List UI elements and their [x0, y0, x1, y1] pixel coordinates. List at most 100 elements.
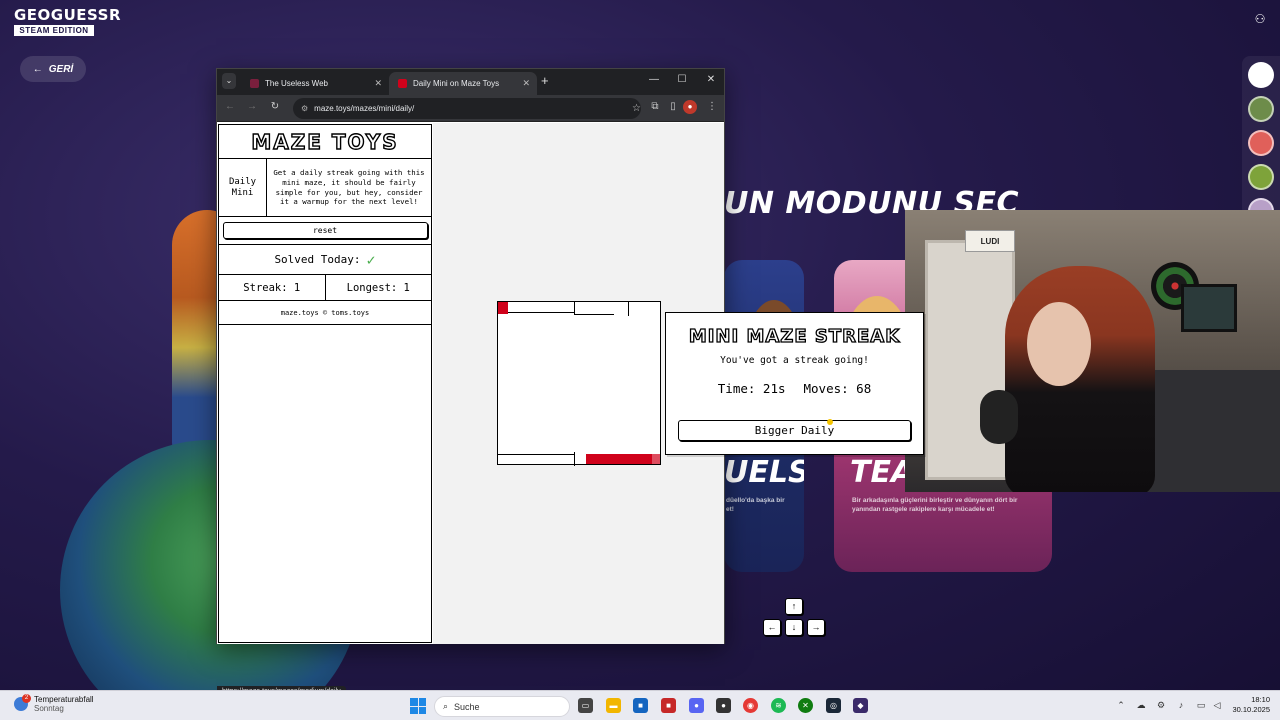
- clock-time: 18:10: [1251, 695, 1270, 704]
- browser-window: ⌄ The Useless Web ✕ Daily Mini on Maze T…: [216, 68, 924, 698]
- arrow-keys: ↑ ← ↓ →: [761, 598, 827, 642]
- profile-avatar[interactable]: ●: [683, 100, 697, 114]
- webcam-shelf: [925, 240, 1015, 480]
- maze-wall: [574, 452, 575, 466]
- menu-dots-icon[interactable]: ⋮: [705, 101, 719, 112]
- weather-badge: 2: [22, 694, 31, 704]
- maze-path-cell: [586, 454, 652, 464]
- close-icon[interactable]: ✕: [522, 78, 530, 89]
- moves-value: Moves: 68: [803, 381, 872, 396]
- maze-area: MINI MAZE STREAK You've got a streak goi…: [433, 123, 924, 644]
- mouse-cursor: [827, 419, 833, 425]
- address-bar: ← → ↻ ⚙ maze.toys/mazes/mini/daily/ ☆ ⧉ …: [217, 95, 724, 122]
- webcam-lightbox: LUDI: [965, 230, 1015, 252]
- maximize-icon[interactable]: ☐: [675, 74, 689, 85]
- avatar[interactable]: [1248, 130, 1274, 156]
- footer-credit: maze.toys © toms.toys: [219, 301, 431, 325]
- arrow-left-key[interactable]: ←: [763, 619, 781, 636]
- logo-text: GEOGUESSR: [14, 6, 122, 24]
- maze-wall: [498, 454, 574, 455]
- close-window-icon[interactable]: ✕: [704, 74, 718, 85]
- extensions-icon[interactable]: ⧉: [648, 101, 662, 112]
- site-info-icon[interactable]: ⚙: [301, 104, 308, 113]
- clock-date: 30.10.2025: [1232, 705, 1270, 715]
- back-label: GERİ: [48, 63, 74, 75]
- maze-wall: [508, 312, 574, 313]
- maze-wall: [574, 302, 575, 314]
- sofa-image: [1135, 370, 1280, 492]
- tab-bar: ⌄ The Useless Web ✕ Daily Mini on Maze T…: [217, 69, 724, 95]
- modal-title: MINI MAZE STREAK: [688, 325, 901, 347]
- steam-icon[interactable]: ◎: [826, 698, 841, 713]
- weather-title: Temperaturabfall: [34, 695, 94, 704]
- streamer: [1005, 266, 1155, 492]
- arrow-down-key[interactable]: ↓: [785, 619, 803, 636]
- avatar[interactable]: [1248, 164, 1274, 190]
- spotify-icon[interactable]: ≋: [771, 698, 786, 713]
- tab-label: Daily Mini on Maze Toys: [413, 79, 500, 88]
- streak-value: Streak: 1: [219, 275, 326, 300]
- geoguessr-logo: GEOGUESSR STEAM EDITION: [14, 6, 122, 36]
- system-clock[interactable]: 18:10 30.10.2025: [1222, 695, 1270, 715]
- xbox-icon[interactable]: ✕: [798, 698, 813, 713]
- bookmark-star-icon[interactable]: ☆: [632, 103, 641, 114]
- arrow-up-key[interactable]: ↑: [785, 598, 803, 615]
- streamer-face: [1027, 302, 1091, 386]
- card-title: UELS: [724, 455, 804, 490]
- split-icon[interactable]: ▯: [666, 101, 680, 112]
- card-description: düello'da başka bir et!: [726, 497, 785, 513]
- discord-icon[interactable]: ●: [689, 698, 704, 713]
- tab-daily-mini[interactable]: Daily Mini on Maze Toys ✕: [389, 72, 537, 95]
- new-tab-icon[interactable]: +: [541, 73, 549, 88]
- forward-icon[interactable]: →: [245, 101, 259, 112]
- app-icon[interactable]: ■: [633, 698, 648, 713]
- arrow-right-key[interactable]: →: [807, 619, 825, 636]
- windows-start-icon[interactable]: [410, 698, 426, 714]
- maze-grid: [497, 301, 661, 466]
- weather-subtitle: Sonntag: [34, 704, 64, 714]
- back-button[interactable]: ← GERİ: [20, 56, 86, 82]
- geoguessr-app-icon[interactable]: ◆: [853, 698, 868, 713]
- streak-row: Streak: 1 Longest: 1: [219, 275, 431, 301]
- url-input[interactable]: ⚙ maze.toys/mazes/mini/daily/ ☆: [293, 98, 641, 119]
- maze-side-panel: MAZE TOYS Daily Mini Get a daily streak …: [218, 124, 432, 643]
- taskbar-search-input[interactable]: ⌕ Suche: [434, 696, 570, 717]
- minimize-icon[interactable]: —: [647, 74, 661, 85]
- solved-today-row: Solved Today: ✓: [219, 245, 431, 275]
- mode-info-row: Daily Mini Get a daily streak going with…: [219, 159, 431, 217]
- modal-subtitle: You've got a streak going!: [720, 355, 869, 366]
- tab-useless-web[interactable]: The Useless Web ✕: [241, 72, 389, 95]
- solved-today-label: Solved Today:: [274, 253, 361, 266]
- weather-widget[interactable]: 2 Temperaturabfall Sonntag: [14, 694, 94, 714]
- tray-chevron-icon[interactable]: ⌃: [1115, 700, 1127, 711]
- card-description: Bir arkadaşınla güçlerini birleştir ve d…: [852, 497, 1018, 513]
- tab-label: The Useless Web: [265, 79, 328, 88]
- friends-icon[interactable]: ⚇: [1252, 12, 1268, 28]
- friends-sidebar: [1242, 56, 1280, 216]
- mode-label: Daily Mini: [219, 159, 267, 216]
- tray-app-icon[interactable]: ⚙: [1155, 700, 1167, 711]
- close-icon[interactable]: ✕: [374, 78, 382, 89]
- search-placeholder: Suche: [454, 701, 480, 712]
- network-icon[interactable]: ▭: [1195, 700, 1207, 711]
- chrome-icon[interactable]: ◉: [743, 698, 758, 713]
- microphone-icon[interactable]: ♪: [1175, 700, 1187, 710]
- taskbar: 2 Temperaturabfall Sonntag ⌕ Suche ▭ ▬ ■…: [0, 690, 1280, 720]
- file-explorer-icon[interactable]: ▬: [606, 698, 621, 713]
- search-icon: ⌕: [443, 701, 449, 711]
- reload-icon[interactable]: ↻: [268, 101, 282, 112]
- reset-button[interactable]: reset: [222, 222, 428, 239]
- back-icon[interactable]: ←: [223, 101, 237, 112]
- app-icon[interactable]: ●: [716, 698, 731, 713]
- tab-search-icon[interactable]: ⌄: [222, 73, 236, 89]
- wall-picture: [1181, 284, 1237, 332]
- app-icon[interactable]: ■: [661, 698, 676, 713]
- tray-app-icon[interactable]: ☁: [1135, 700, 1147, 711]
- bigger-daily-button[interactable]: Bigger Daily: [678, 420, 911, 441]
- maze-end-cell: [652, 454, 660, 464]
- avatar[interactable]: [1248, 96, 1274, 122]
- tab-favicon: [398, 79, 407, 88]
- avatar[interactable]: [1248, 62, 1274, 88]
- mode-description: Get a daily streak going with this mini …: [273, 167, 425, 207]
- task-view-icon[interactable]: ▭: [578, 698, 593, 713]
